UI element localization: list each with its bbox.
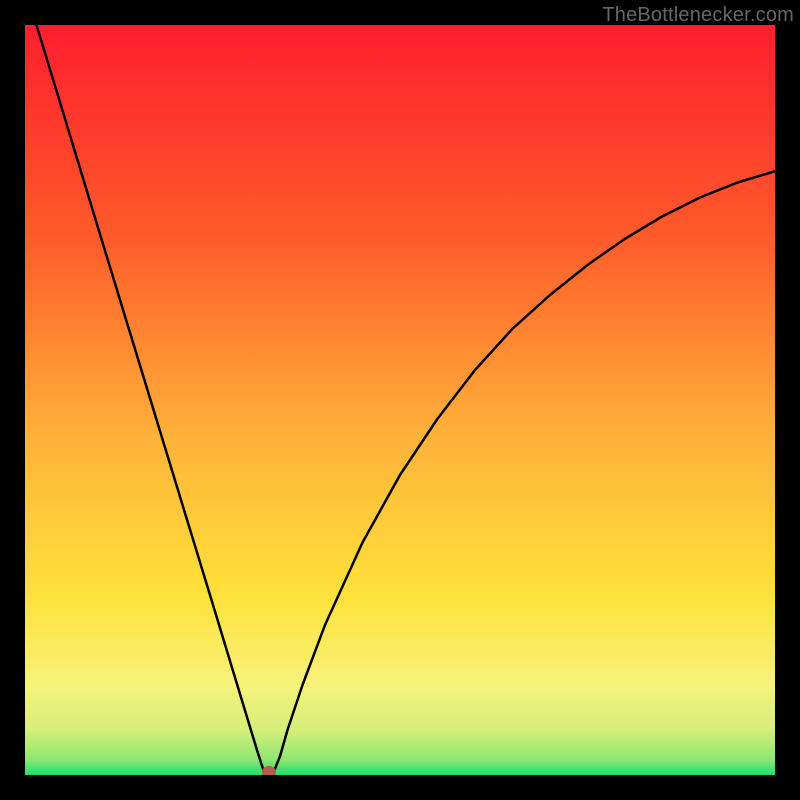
bottleneck-curve	[25, 25, 775, 775]
optimal-point-marker	[262, 766, 276, 775]
attribution-text: TheBottlenecker.com	[602, 4, 794, 27]
chart-frame: TheBottlenecker.com	[0, 0, 800, 800]
plot-area	[25, 25, 775, 775]
